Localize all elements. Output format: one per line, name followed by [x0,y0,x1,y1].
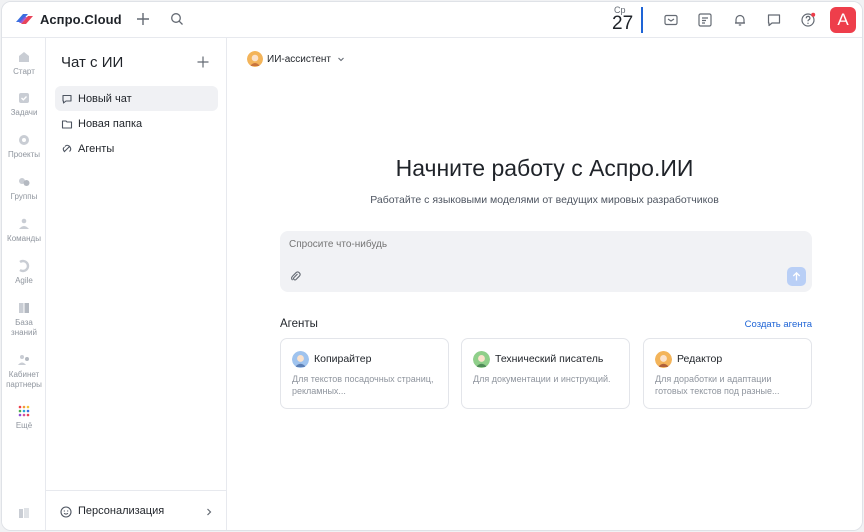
agents-icon [62,144,72,152]
left-rail: Старт Задачи Проекты Группы Команды Agil… [2,38,46,530]
personalization-label: Персонализация [78,505,165,517]
agent-card-editor[interactable]: Редактор Для доработки и адаптации готов… [643,338,812,409]
nav-new-folder[interactable]: Новая папка [55,111,218,136]
top-bar: Аспро.Cloud Ср 27 A [2,2,862,38]
rail-collapse[interactable] [2,506,46,523]
folder-add-icon [61,119,73,129]
assistant-selector[interactable]: ИИ-ассистент [247,51,345,67]
calendar-date[interactable]: Ср 27 [612,5,642,35]
collapse-panel-icon [19,508,29,518]
logo-mark-icon [14,11,34,27]
agent-card-description: Для доработки и адаптации готовых тексто… [655,374,780,396]
smile-icon [60,506,72,518]
teams-icon [19,218,29,229]
attach-icon[interactable] [290,270,301,282]
tasks-icon [19,93,29,103]
search-icon[interactable] [170,12,184,26]
chat-sidebar-title: Чат с ИИ [61,54,124,71]
arrow-up-icon [792,271,801,281]
copywriter-avatar-icon [292,351,309,368]
hero-subtitle: Работайте с языковыми моделями от ведущи… [370,194,719,206]
add-chat-icon[interactable] [196,55,210,69]
rail-item-tasks[interactable]: Задачи [2,91,46,118]
projects-icon [19,135,29,145]
help-icon[interactable] [800,12,816,28]
rail-item-start[interactable]: Старт [2,50,46,77]
chat-sidebar: Чат с ИИ Новый чат Новая папка Агенты Пе… [46,38,227,530]
nav-agents[interactable]: Агенты [55,136,218,161]
date-divider [641,7,643,33]
prompt-box[interactable] [280,231,812,292]
create-agent-link[interactable]: Создать агента [732,319,812,330]
hero-title: Начните работу с Аспро.ИИ [395,155,694,181]
apps-grid-icon [18,405,30,417]
new-chat-icon [62,94,72,104]
agent-card-description: Для текстов посадочных страниц, рекламны… [292,374,434,396]
app-name: Аспро.Cloud [40,11,122,27]
rail-item-more[interactable]: Ещё [2,404,46,431]
app-logo[interactable]: Аспро.Cloud [14,11,122,27]
home-icon [19,52,29,62]
agent-card-title: Копирайтер [314,353,372,365]
rail-item-partner[interactable]: Кабинет партнеры [2,353,46,390]
assistant-label: ИИ-ассистент [267,53,331,65]
rail-item-teams[interactable]: Команды [2,217,46,244]
rail-item-projects[interactable]: Проекты [2,133,46,160]
notes-icon[interactable] [697,12,713,28]
mail-icon[interactable] [663,12,679,28]
main-area: ИИ-ассистент Начните работу с Аспро.ИИ Р… [227,38,862,530]
nav-new-chat[interactable]: Новый чат [55,86,218,111]
agent-card-title: Редактор [677,353,723,365]
knowledge-icon [19,303,29,313]
groups-icon [19,178,30,186]
agents-heading: Агенты [280,318,318,330]
assistant-avatar-icon [247,51,263,67]
date-day: 27 [612,13,634,34]
agent-card-description: Для документации и инструкций. [473,374,611,384]
rail-item-knowledge[interactable]: База знаний [2,301,46,338]
chevron-right-icon [207,508,212,516]
rail-item-agile[interactable]: Agile [2,259,46,286]
editor-avatar-icon [655,351,672,368]
user-avatar[interactable]: A [830,7,856,33]
personalization-row[interactable]: Персонализация [46,490,226,530]
agent-card-copywriter[interactable]: Копирайтер Для текстов посадочных страни… [280,338,449,409]
send-button[interactable] [787,267,806,286]
prompt-input[interactable] [289,239,769,250]
bell-icon[interactable] [732,12,748,28]
rail-item-groups[interactable]: Группы [2,175,46,202]
chevron-down-icon [338,57,344,62]
app-window: Аспро.Cloud Ср 27 A Старт Задачи Проекты… [1,1,863,531]
agent-card-tech-writer[interactable]: Технический писатель Для документации и … [461,338,630,409]
chat-icon[interactable] [766,12,782,28]
agile-icon [19,259,30,273]
partner-icon [18,355,29,365]
agent-card-title: Технический писатель [495,353,604,365]
add-icon[interactable] [135,11,151,27]
tech-writer-avatar-icon [473,351,490,368]
